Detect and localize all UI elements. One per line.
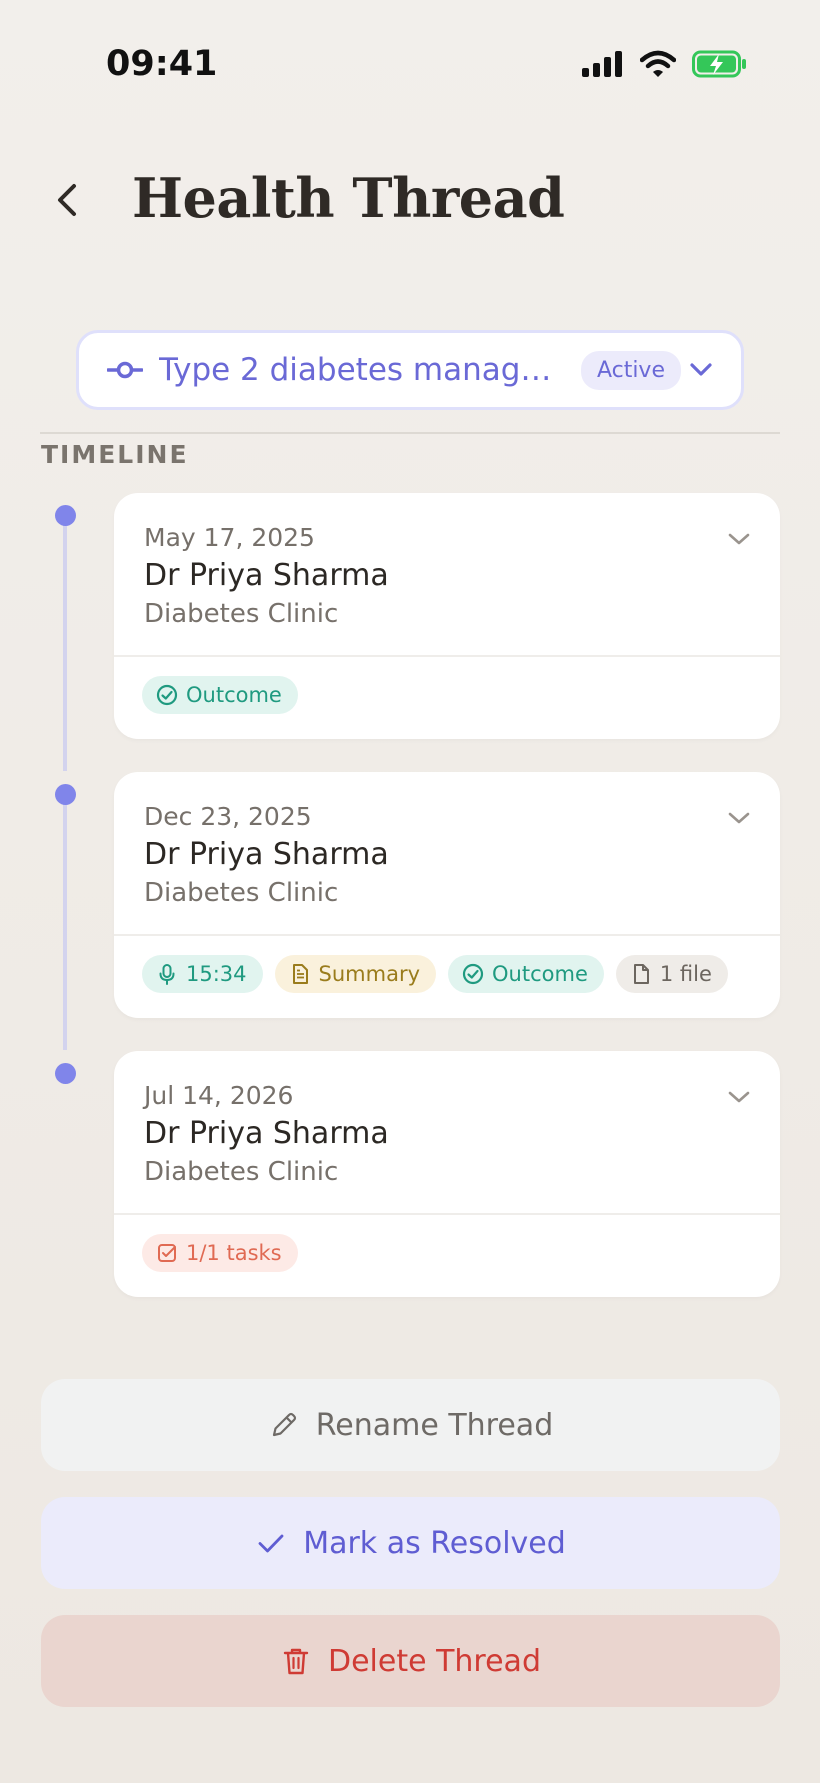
rename-thread-button[interactable]: Rename Thread xyxy=(41,1379,780,1471)
chevron-down-icon[interactable] xyxy=(726,1087,752,1107)
timeline-label: TIMELINE xyxy=(41,440,189,469)
battery-charging-icon xyxy=(692,50,746,78)
visit-doctor: Dr Priya Sharma xyxy=(144,558,389,593)
pencil-icon xyxy=(272,1412,296,1437)
status-bar: 09:41 xyxy=(0,0,820,140)
status-badge: Active xyxy=(580,350,681,390)
chevron-down-icon[interactable] xyxy=(726,808,752,828)
document-text-icon xyxy=(292,964,308,984)
visit-clinic: Diabetes Clinic xyxy=(144,599,339,629)
wifi-icon xyxy=(640,50,676,77)
visit-doctor: Dr Priya Sharma xyxy=(144,1116,389,1151)
chevron-left-icon xyxy=(58,184,76,216)
visit-card[interactable]: Dec 23, 2025 Dr Priya Sharma Diabetes Cl… xyxy=(114,772,780,1018)
check-circle-icon xyxy=(462,963,484,985)
timeline-connector xyxy=(63,804,67,1050)
thread-commit-icon xyxy=(107,361,143,379)
status-time: 09:41 xyxy=(106,44,218,84)
delete-thread-button[interactable]: Delete Thread xyxy=(41,1615,780,1707)
page-title: Health Thread xyxy=(132,166,565,230)
card-divider xyxy=(114,934,780,936)
button-label: Mark as Resolved xyxy=(303,1525,566,1561)
chip-row: 1/1 tasks xyxy=(142,1234,298,1272)
chip-label: Summary xyxy=(318,962,421,986)
outcome-chip[interactable]: Outcome xyxy=(448,955,604,993)
chip-row: Outcome xyxy=(142,676,298,714)
chip-label: Outcome xyxy=(186,683,282,707)
status-icons xyxy=(582,50,748,78)
visit-date: Dec 23, 2025 xyxy=(144,802,312,831)
button-label: Delete Thread xyxy=(327,1643,541,1679)
back-button[interactable] xyxy=(44,174,90,226)
visit-doctor: Dr Priya Sharma xyxy=(144,837,389,872)
signal-icon xyxy=(582,51,622,77)
chip-label: 1/1 tasks xyxy=(186,1241,282,1265)
mark-resolved-button[interactable]: Mark as Resolved xyxy=(41,1497,780,1589)
visit-card[interactable]: May 17, 2025 Dr Priya Sharma Diabetes Cl… xyxy=(114,493,780,739)
check-icon xyxy=(258,1534,284,1553)
visit-clinic: Diabetes Clinic xyxy=(144,1157,339,1187)
visit-clinic: Diabetes Clinic xyxy=(144,878,339,908)
file-chip[interactable]: 1 file xyxy=(615,955,728,993)
chip-label: 15:34 xyxy=(186,962,247,986)
chip-row: 15:34 Summary Outcome 1 file xyxy=(142,955,728,993)
section-divider xyxy=(40,432,780,434)
file-icon xyxy=(633,964,649,984)
check-circle-icon xyxy=(156,684,178,706)
card-divider xyxy=(114,1213,780,1215)
timeline-dot xyxy=(55,784,76,805)
timeline-dot xyxy=(55,505,76,526)
chevron-down-icon[interactable] xyxy=(726,529,752,549)
button-label: Rename Thread xyxy=(315,1407,554,1443)
trash-icon xyxy=(283,1648,309,1675)
tasks-chip[interactable]: 1/1 tasks xyxy=(142,1234,298,1272)
recording-chip[interactable]: 15:34 xyxy=(142,955,263,993)
card-divider xyxy=(114,655,780,657)
chevron-down-icon xyxy=(690,363,712,376)
chip-label: 1 file xyxy=(659,962,712,986)
checkbox-icon xyxy=(158,1244,176,1262)
microphone-icon xyxy=(159,964,175,985)
timeline-dot xyxy=(55,1063,76,1084)
outcome-chip[interactable]: Outcome xyxy=(142,676,298,714)
thread-selector-dropdown[interactable]: Type 2 diabetes manage… Active xyxy=(76,330,744,410)
chip-label: Outcome xyxy=(492,962,588,986)
visit-date: May 17, 2025 xyxy=(144,523,315,552)
timeline-connector xyxy=(63,525,67,771)
visit-date: Jul 14, 2026 xyxy=(144,1081,294,1110)
visit-card[interactable]: Jul 14, 2026 Dr Priya Sharma Diabetes Cl… xyxy=(114,1051,780,1297)
summary-chip[interactable]: Summary xyxy=(274,955,437,993)
thread-name: Type 2 diabetes manage… xyxy=(159,352,567,388)
